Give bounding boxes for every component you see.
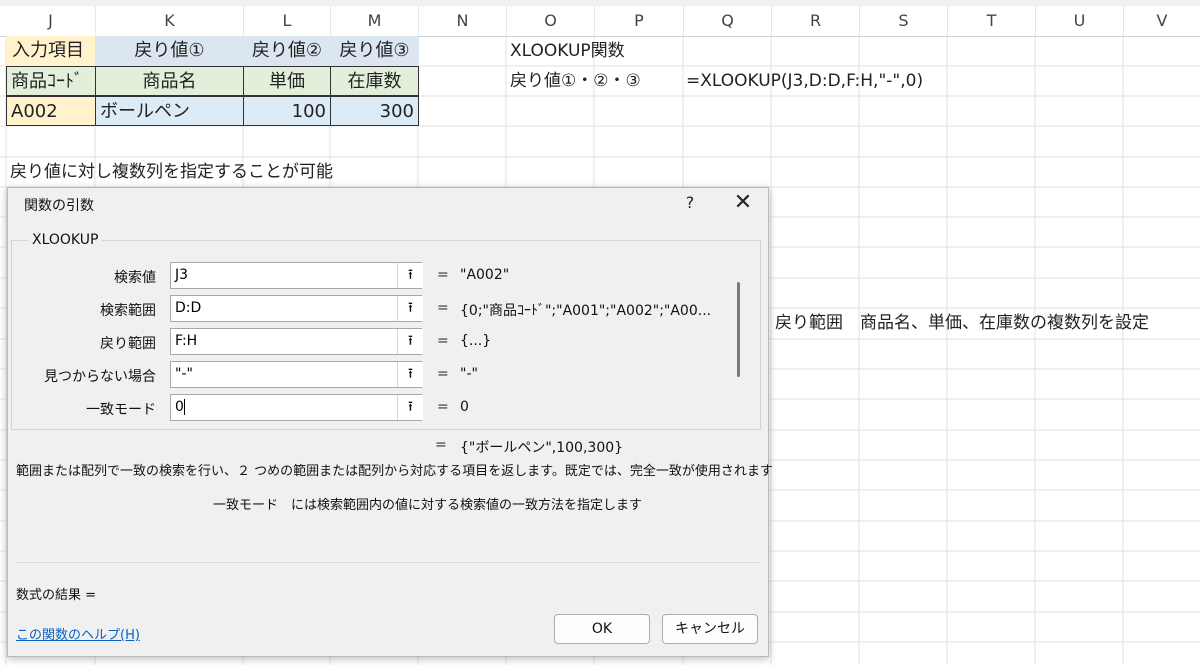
help-icon[interactable]: ? (680, 193, 700, 212)
cell-r10-note[interactable]: 戻り範囲 商品名、単価、在庫数の複数列を設定 (775, 308, 1200, 338)
arg-result-return-array: {...} (460, 333, 492, 349)
function-name-label: XLOOKUP (28, 232, 103, 248)
return-array-input[interactable]: F:H (170, 328, 422, 355)
arg-result-lookup-array: {0;"商品ｺｰﾄﾞ";"A001";"A002";"A00... (460, 303, 712, 319)
cell-q2-formula[interactable]: =XLOOKUP(J3,D:D,F:H,"-",0) (686, 66, 986, 96)
cell-j1[interactable]: 入力項目 (6, 36, 96, 66)
column-header-u[interactable]: U (1036, 6, 1123, 36)
function-help-link[interactable]: この関数のヘルプ(H) (16, 624, 140, 643)
dialog-title: 関数の引数 (24, 198, 94, 214)
lookup-value-text: J3 (175, 267, 189, 283)
column-header-j[interactable]: J (6, 6, 95, 36)
cell-k2[interactable]: 商品名 (95, 66, 244, 96)
collapse-dialog-icon[interactable]: ⭱ (397, 362, 423, 387)
if-not-found-text: "-" (175, 366, 193, 382)
column-header-o[interactable]: O (507, 6, 594, 36)
function-arguments-dialog: 関数の引数 ? ✕ XLOOKUP 検索値 J3 ⭱ = "A002" 検索範囲… (7, 187, 773, 657)
lookup-array-text: D:D (175, 300, 202, 316)
divider (16, 562, 761, 563)
match-mode-text: 0 (175, 399, 184, 415)
collapse-dialog-icon[interactable]: ⭱ (397, 263, 423, 288)
function-description: 範囲または配列で一致の検索を行い、２ つめの範囲または配列から対応する項目を返し… (16, 464, 773, 479)
cell-m3[interactable]: 300 (330, 96, 419, 126)
column-header-p[interactable]: P (595, 6, 683, 36)
ok-button[interactable]: OK (554, 614, 650, 644)
equals-sign: = (437, 399, 449, 415)
column-header-s[interactable]: S (860, 6, 947, 36)
collapse-dialog-icon[interactable]: ⭱ (397, 329, 423, 354)
argument-description: 一致モード には検索範囲内の値に対する検索値の一致方法を指定します (213, 498, 643, 513)
lookup-array-input[interactable]: D:D (170, 295, 422, 322)
column-header-m[interactable]: M (331, 6, 418, 36)
cell-m2[interactable]: 在庫数 (330, 66, 419, 96)
cell-j2[interactable]: 商品ｺｰﾄﾞ (6, 66, 96, 96)
cell-l1[interactable]: 戻り値② (243, 36, 331, 66)
text-cursor (183, 399, 185, 415)
cell-o1[interactable]: XLOOKUP関数 (510, 36, 680, 66)
arg-result-match-mode: 0 (460, 399, 469, 415)
close-icon[interactable]: ✕ (730, 190, 756, 215)
formula-result-label: 数式の結果 = (16, 588, 97, 603)
column-header-l[interactable]: L (244, 6, 330, 36)
equals-sign: = (437, 333, 449, 349)
function-result-preview: {"ボールペン",100,300} (460, 440, 624, 456)
equals-sign: = (435, 437, 447, 453)
cell-m1[interactable]: 戻り値③ (330, 36, 419, 66)
arg-result-lookup-value: "A002" (460, 267, 510, 283)
lookup-value-input[interactable]: J3 (170, 262, 422, 289)
equals-sign: = (437, 300, 449, 316)
cell-j3[interactable]: A002 (6, 96, 96, 126)
cell-k1[interactable]: 戻り値① (95, 36, 244, 66)
cell-j5-note[interactable]: 戻り値に対し複数列を指定することが可能 (10, 157, 410, 187)
column-header-k[interactable]: K (96, 6, 243, 36)
return-array-text: F:H (175, 333, 198, 349)
arguments-scrollbar[interactable] (737, 282, 740, 377)
cell-l2[interactable]: 単価 (243, 66, 331, 96)
arg-result-if-not-found: "-" (460, 366, 478, 382)
arg-label-lookup-array: 検索範囲 (100, 303, 156, 319)
arg-label-match-mode: 一致モード (86, 402, 156, 418)
column-header-v[interactable]: V (1124, 6, 1200, 36)
equals-sign: = (437, 267, 449, 283)
match-mode-input[interactable]: 0 (170, 394, 422, 421)
if-not-found-input[interactable]: "-" (170, 361, 422, 388)
column-header-t[interactable]: T (948, 6, 1035, 36)
column-header-r[interactable]: R (772, 6, 859, 36)
collapse-dialog-icon[interactable]: ⭱ (397, 296, 423, 321)
column-header-q[interactable]: Q (684, 6, 771, 36)
arg-label-if-not-found: 見つからない場合 (44, 369, 156, 385)
equals-sign: = (437, 366, 449, 382)
cell-l3[interactable]: 100 (243, 96, 331, 126)
collapse-dialog-icon[interactable]: ⭱ (397, 395, 423, 420)
column-header-n[interactable]: N (419, 6, 506, 36)
cell-k3[interactable]: ボールペン (95, 96, 244, 126)
arg-label-return-array: 戻り範囲 (100, 336, 156, 352)
arg-label-lookup-value: 検索値 (114, 270, 156, 286)
cell-o2[interactable]: 戻り値①・②・③ (510, 66, 680, 96)
cancel-button[interactable]: キャンセル (662, 614, 758, 644)
